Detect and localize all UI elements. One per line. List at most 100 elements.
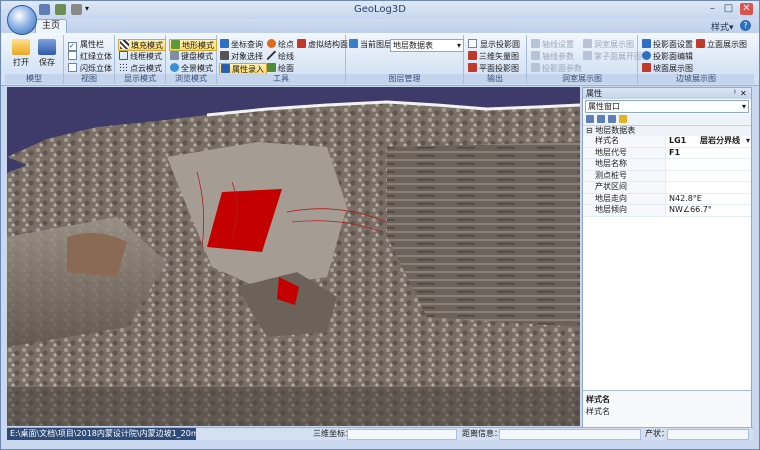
draw-point-button[interactable]: 绘点: [267, 39, 294, 50]
group-view: 属性栏 红绿立体 闪烁立体 视图: [64, 35, 115, 84]
wire-mode-button[interactable]: 线框模式: [119, 51, 162, 62]
coord-query-button[interactable]: 坐标查询: [220, 39, 263, 50]
property-value[interactable]: [666, 171, 751, 182]
description-text: 样式名: [586, 407, 610, 416]
point-mode-button[interactable]: 点云模式: [119, 63, 162, 74]
virtual-plane-button[interactable]: 虚拟结构面: [297, 39, 348, 50]
projection-edit-button[interactable]: 投影面编辑: [642, 51, 693, 62]
property-value[interactable]: NW∠66.7°: [666, 205, 751, 216]
polygon-icon: [267, 63, 276, 72]
view-flicker[interactable]: 闪烁立体: [68, 63, 112, 74]
show-projection-circle[interactable]: 显示投影圆: [468, 39, 520, 50]
property-row[interactable]: 产状区间: [583, 182, 751, 194]
property-value[interactable]: F1: [666, 148, 751, 159]
group-label-browse: 浏览模式: [166, 74, 216, 84]
object-select-button[interactable]: 对象选择: [220, 51, 263, 62]
group-label-model: 模型: [5, 74, 63, 84]
axis-setting-button[interactable]: 轴线设置: [531, 39, 574, 50]
label: 坡面展示图: [653, 64, 693, 73]
window-title: GeoLog3D: [354, 4, 406, 15]
group-label-view: 视图: [64, 74, 114, 84]
label: 线框模式: [130, 52, 162, 61]
category-row[interactable]: ⊟ 地层数据表: [583, 126, 751, 136]
param-icon: [531, 51, 540, 60]
terrain-mode-button[interactable]: 地形模式: [169, 39, 217, 51]
group-tools: 坐标查询 对象选择 属性录入 绘点 绘线 绘面 虚拟结构面 工具: [217, 35, 348, 84]
elevation-display-button[interactable]: 立面展示图: [696, 39, 747, 50]
group-label-output: 输出: [464, 74, 526, 84]
disk-icon: [38, 39, 56, 55]
open-button[interactable]: 打开: [9, 38, 33, 72]
projection-param-button[interactable]: 投影面参数: [531, 63, 582, 74]
vector-3d-button[interactable]: 三维矢量图: [468, 51, 519, 62]
view-attr-bar[interactable]: 属性栏: [68, 39, 104, 51]
group-label-display: 显示模式: [115, 74, 165, 84]
vector-chart-icon: [468, 51, 477, 60]
help-icon[interactable]: ?: [740, 20, 751, 31]
chevron-down-icon: ▾: [741, 102, 746, 111]
style-menu[interactable]: 样式▾: [711, 20, 734, 33]
property-row[interactable]: 地层代号 F1: [583, 147, 751, 159]
close-icon[interactable]: ✕: [740, 88, 747, 99]
label: 键盘模式: [181, 52, 213, 61]
property-row[interactable]: 样式名 LG1 层岩分界线 ▾: [583, 136, 751, 148]
app-menu-orb-icon[interactable]: [7, 5, 37, 35]
panorama-mode-button[interactable]: 全景模式: [170, 63, 213, 74]
tab-main[interactable]: 主页: [35, 19, 67, 34]
scene-render: [7, 87, 580, 426]
fill-icon: [120, 40, 129, 49]
property-description: 样式名 样式名: [583, 390, 751, 427]
group-label-tunnel: 洞室展示图: [527, 74, 637, 84]
properties-icon[interactable]: [608, 115, 616, 123]
label: 全景模式: [181, 64, 213, 73]
projection-setting-button[interactable]: 投影面设置: [642, 39, 693, 50]
property-row[interactable]: 地层名称: [583, 159, 751, 171]
close-button[interactable]: ✕: [740, 3, 753, 15]
draw-line-button[interactable]: 绘线: [267, 51, 294, 62]
keyboard-mode-button[interactable]: 键盘模式: [170, 51, 213, 62]
face-unfold-button[interactable]: 掌子面展开图: [583, 51, 642, 62]
label: 绘点: [278, 40, 294, 49]
pin-icon[interactable]: ᅵ: [729, 88, 736, 99]
plane-projection-button[interactable]: 平面投影图: [468, 63, 519, 74]
label: 填充模式: [131, 41, 163, 50]
view-anaglyph[interactable]: 红绿立体: [68, 51, 112, 62]
current-layer-select[interactable]: 地层数据表 ▾: [390, 39, 464, 52]
property-window-value: 属性窗口: [588, 102, 620, 111]
property-window-select[interactable]: 属性窗口 ▾: [585, 100, 749, 113]
property-key: 测点桩号: [583, 170, 666, 181]
draw-face-button[interactable]: 绘面: [267, 63, 294, 74]
property-value[interactable]: [666, 182, 751, 193]
group-model: 打开 保存 模型: [5, 35, 64, 84]
elevation-icon: [696, 39, 705, 48]
save-button[interactable]: 保存: [35, 38, 59, 72]
minimize-button[interactable]: –: [706, 3, 719, 15]
property-value[interactable]: N42.8°E: [666, 194, 751, 205]
maximize-button[interactable]: □: [722, 3, 735, 15]
label: 绘面: [278, 64, 294, 73]
sort-az-icon[interactable]: [597, 115, 605, 123]
3d-viewport[interactable]: [7, 87, 580, 426]
group-layers: 当前图层 地层数据表 ▾ 图层管理: [346, 35, 464, 84]
property-value[interactable]: [666, 159, 751, 170]
axis-param-button[interactable]: 轴线参数: [531, 51, 574, 62]
save-label: 保存: [39, 58, 55, 67]
line-icon: [267, 51, 276, 60]
events-icon[interactable]: [619, 115, 627, 123]
label: 坐标查询: [231, 40, 263, 49]
label: 轴线设置: [542, 40, 574, 49]
categorized-icon[interactable]: [586, 115, 594, 123]
checkbox-icon: [68, 42, 77, 51]
coord-field: [347, 429, 457, 440]
fill-mode-button[interactable]: 填充模式: [118, 39, 166, 51]
property-row[interactable]: 地层走向 N42.8°E: [583, 193, 751, 205]
panel-toolbar: [583, 114, 751, 126]
label: 点云模式: [130, 64, 162, 73]
property-value[interactable]: LG1 层岩分界线 ▾: [666, 136, 751, 147]
attitude-field: [667, 429, 749, 440]
keyboard-icon: [170, 51, 179, 60]
property-row[interactable]: 地层倾向 NW∠66.7°: [583, 205, 751, 217]
tunnel-display-button[interactable]: 洞室展示图: [583, 39, 634, 50]
property-row[interactable]: 测点桩号: [583, 170, 751, 182]
slope-face-display-button[interactable]: 坡面展示图: [642, 63, 693, 74]
